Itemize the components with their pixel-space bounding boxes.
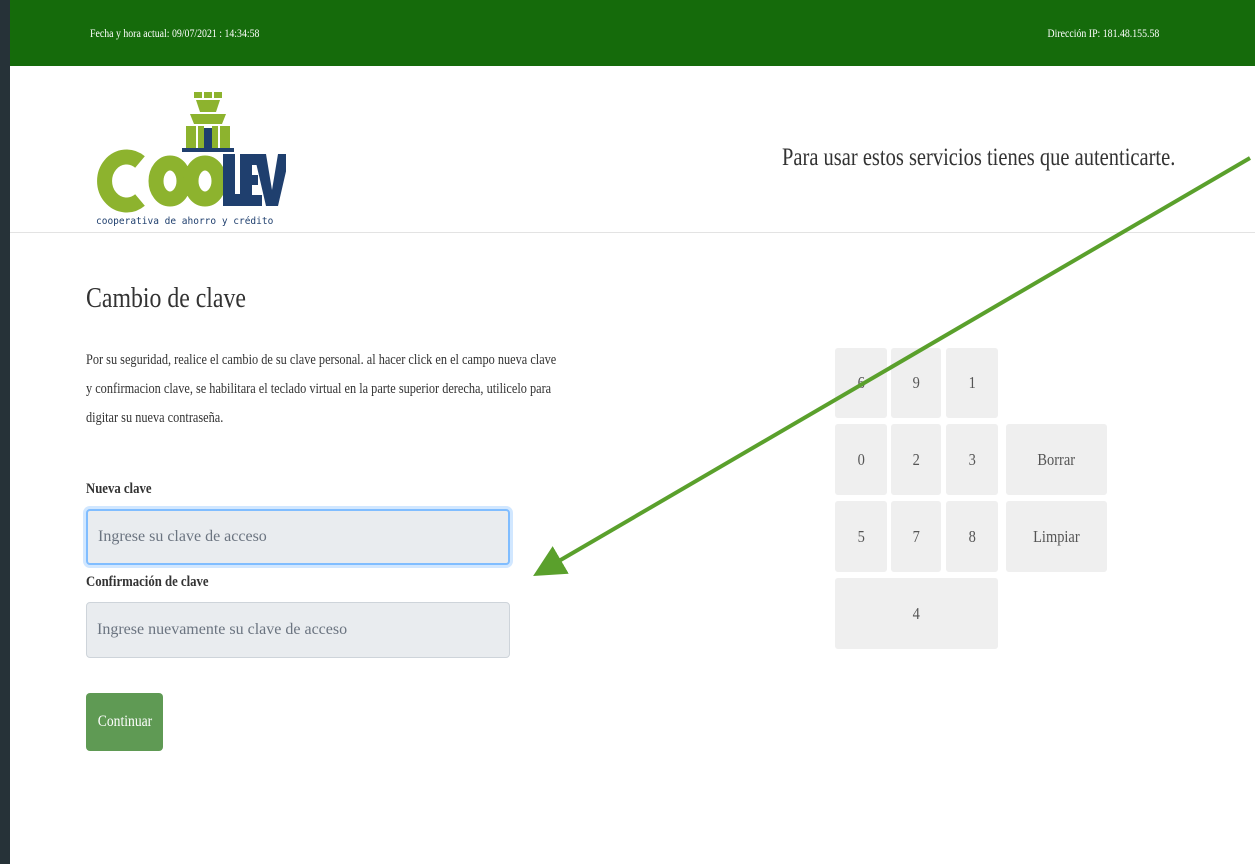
page-title: Cambio de clave	[86, 283, 246, 314]
header: cooperativa de ahorro y crédito Para usa…	[10, 66, 1255, 233]
keypad-key[interactable]: 9	[891, 348, 941, 418]
keypad-key[interactable]: 8	[946, 501, 998, 572]
new-password-label: Nueva clave	[86, 481, 152, 497]
clear-key[interactable]: Limpiar	[1006, 501, 1107, 572]
page: Fecha y hora actual: 09/07/2021 : 14:34:…	[10, 0, 1255, 864]
continue-button-label: Continuar	[97, 713, 152, 730]
coolever-logo: cooperativa de ahorro y crédito	[90, 90, 290, 232]
keypad-key[interactable]: 1	[946, 348, 998, 418]
keypad-key[interactable]: 7	[891, 501, 941, 572]
instructions-text: Por su seguridad, realice el cambio de s…	[86, 346, 627, 433]
keypad-key[interactable]: 3	[946, 424, 998, 495]
current-datetime: Fecha y hora actual: 09/07/2021 : 14:34:…	[90, 26, 260, 40]
keypad-key[interactable]: 2	[891, 424, 941, 495]
instructions-line: digitar su nueva contraseña.	[86, 410, 224, 426]
delete-key[interactable]: Borrar	[1006, 424, 1107, 495]
top-bar: Fecha y hora actual: 09/07/2021 : 14:34:…	[10, 0, 1255, 66]
instructions-line: y confirmacion clave, se habilitara el t…	[86, 381, 552, 397]
confirm-password-field[interactable]	[86, 602, 510, 658]
coolever-logo-image: cooperativa de ahorro y crédito	[96, 92, 290, 227]
logo-subtitle: cooperativa de ahorro y crédito	[96, 216, 274, 227]
ip-address: Dirección IP: 181.48.155.58	[1047, 26, 1159, 40]
keypad-key[interactable]: 4	[835, 578, 998, 649]
continue-button[interactable]: Continuar	[86, 693, 163, 751]
instructions-line: Por su seguridad, realice el cambio de s…	[86, 352, 557, 368]
confirm-password-label: Confirmación de clave	[86, 574, 209, 590]
new-password-field[interactable]	[86, 509, 510, 565]
keypad-key[interactable]: 0	[835, 424, 887, 495]
keypad-key[interactable]: 6	[835, 348, 887, 418]
keypad-key[interactable]: 5	[835, 501, 887, 572]
auth-tagline: Para usar estos servicios tienes que aut…	[782, 144, 1176, 171]
